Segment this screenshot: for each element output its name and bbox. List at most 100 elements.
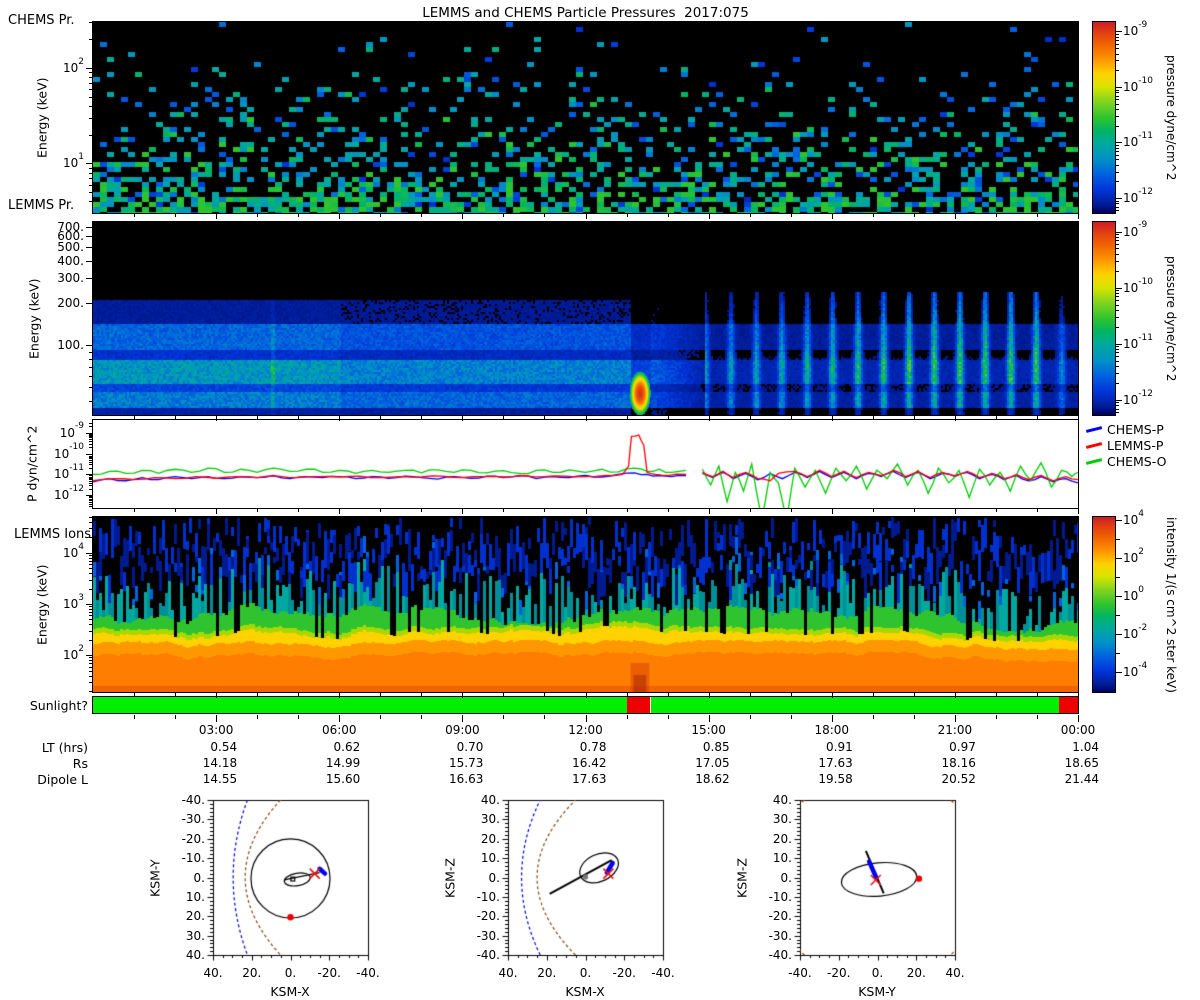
orbit-x-tick-label: 40.	[498, 966, 518, 980]
axis-tick	[667, 509, 669, 512]
axis-tick	[1116, 92, 1119, 94]
ephemeris-value: 15.73	[449, 756, 484, 770]
axis-tick	[831, 509, 833, 514]
axis-tick	[1116, 539, 1120, 541]
line-plot-legend: CHEMS-P LEMMS-P CHEMS-O	[1085, 421, 1166, 469]
orbit-y-tick-label: -20.	[768, 909, 792, 924]
axis-tick	[421, 715, 423, 719]
axis-tick	[1116, 86, 1122, 88]
axis-tick	[298, 509, 300, 512]
orbit-y-tick-label: 30.	[185, 928, 205, 943]
axis-tick	[380, 693, 382, 696]
axis-tick	[89, 39, 93, 41]
orbit-y-tick-label: 20.	[772, 831, 792, 846]
axis-tick	[1116, 145, 1119, 147]
axis-tick	[380, 715, 382, 719]
axis-tick	[1116, 293, 1119, 295]
panel1-y-axis-title: Energy (keV)	[34, 77, 50, 158]
y-tick-label: 102	[62, 644, 84, 663]
axis-tick	[175, 214, 177, 217]
axis-tick	[89, 167, 93, 169]
axis-tick	[339, 416, 341, 421]
axis-tick	[1036, 416, 1038, 419]
figure: LEMMS and CHEMS Particle Pressures 2017:…	[0, 0, 1200, 1000]
axis-tick	[1036, 214, 1038, 217]
axis-tick	[1078, 214, 1079, 219]
axis-tick	[1116, 304, 1119, 306]
orbit1-x-axis-title: KSM-X	[270, 984, 310, 999]
axis-tick	[749, 416, 751, 419]
axis-tick	[1116, 253, 1119, 255]
pressure-colorbar-title-top: pressure dyne/cm^2	[1164, 54, 1178, 181]
axis-tick	[1116, 309, 1119, 311]
axis-tick	[89, 376, 93, 378]
colorbar-tick-label: 10-11	[1123, 332, 1153, 351]
ephemeris-value: 15.60	[325, 772, 361, 786]
orbit-y-tick-label: -40.	[181, 793, 205, 807]
y-tick-label: 100.	[57, 338, 84, 353]
axis-tick	[86, 67, 93, 69]
colorbar-tick-label: 10-2	[1123, 622, 1148, 641]
pressure-line-plot-canvas	[93, 420, 1078, 508]
y-tick-label: 10-12	[54, 484, 84, 503]
axis-tick	[667, 715, 669, 719]
axis-tick	[462, 693, 464, 698]
orbit-y-tick-label: -40.	[768, 948, 792, 962]
axis-tick	[89, 278, 93, 280]
axis-tick	[339, 214, 341, 219]
axis-tick	[1116, 576, 1120, 578]
axis-tick	[89, 443, 93, 445]
axis-tick	[89, 134, 93, 136]
axis-tick	[421, 693, 423, 696]
axis-tick	[86, 603, 93, 605]
time-tick-label: 21:00	[937, 723, 973, 737]
axis-tick	[89, 435, 93, 437]
axis-tick	[89, 606, 93, 608]
orbit-y-tick-label: 0.	[193, 870, 205, 885]
orbit-y-tick-label: -10.	[476, 889, 500, 904]
axis-tick	[89, 351, 93, 353]
axis-tick	[89, 426, 93, 428]
time-tick-label: 03:00	[198, 723, 234, 737]
axis-tick	[1116, 326, 1119, 328]
axis-tick	[1116, 671, 1122, 673]
axis-tick	[89, 440, 93, 442]
chems-p-line-swatch	[1085, 425, 1103, 433]
orbit-x-tick-label: 0.	[871, 966, 884, 980]
axis-tick	[89, 72, 93, 74]
axis-tick	[1116, 60, 1119, 62]
time-tick-label: 15:00	[691, 723, 726, 737]
axis-tick	[831, 715, 833, 722]
axis-tick	[86, 345, 93, 347]
axis-tick	[89, 657, 93, 659]
axis-tick	[1116, 36, 1119, 38]
ephemeris-value: 17.05	[695, 756, 730, 770]
time-tick-label: 12:00	[568, 723, 603, 737]
ephemeris-value: 14.18	[202, 756, 238, 770]
axis-tick	[175, 693, 177, 696]
axis-tick	[89, 105, 93, 107]
axis-tick	[462, 715, 464, 722]
legend-item-chems-o: CHEMS-O	[1085, 453, 1166, 469]
axis-tick	[913, 214, 915, 217]
axis-tick	[89, 366, 93, 368]
axis-tick	[134, 214, 136, 217]
y-tick-label: 200.	[57, 296, 84, 311]
chems-pressure-spectrogram-canvas	[93, 22, 1078, 213]
axis-tick	[1078, 509, 1079, 514]
orbit-x-tick-label: 20.	[242, 966, 262, 980]
axis-tick	[89, 96, 93, 98]
axis-tick	[298, 693, 300, 696]
chems-o-line-swatch	[1085, 457, 1103, 465]
axis-tick	[831, 214, 833, 219]
axis-tick	[749, 509, 751, 512]
axis-tick	[257, 416, 259, 419]
ephemeris-value: 0.97	[949, 740, 976, 754]
axis-tick	[626, 509, 628, 512]
axis-tick	[1116, 147, 1119, 149]
axis-tick	[872, 693, 874, 696]
axis-tick	[1116, 31, 1122, 33]
axis-tick	[1116, 234, 1119, 236]
axis-tick	[1116, 240, 1119, 242]
axis-tick	[1116, 89, 1119, 91]
